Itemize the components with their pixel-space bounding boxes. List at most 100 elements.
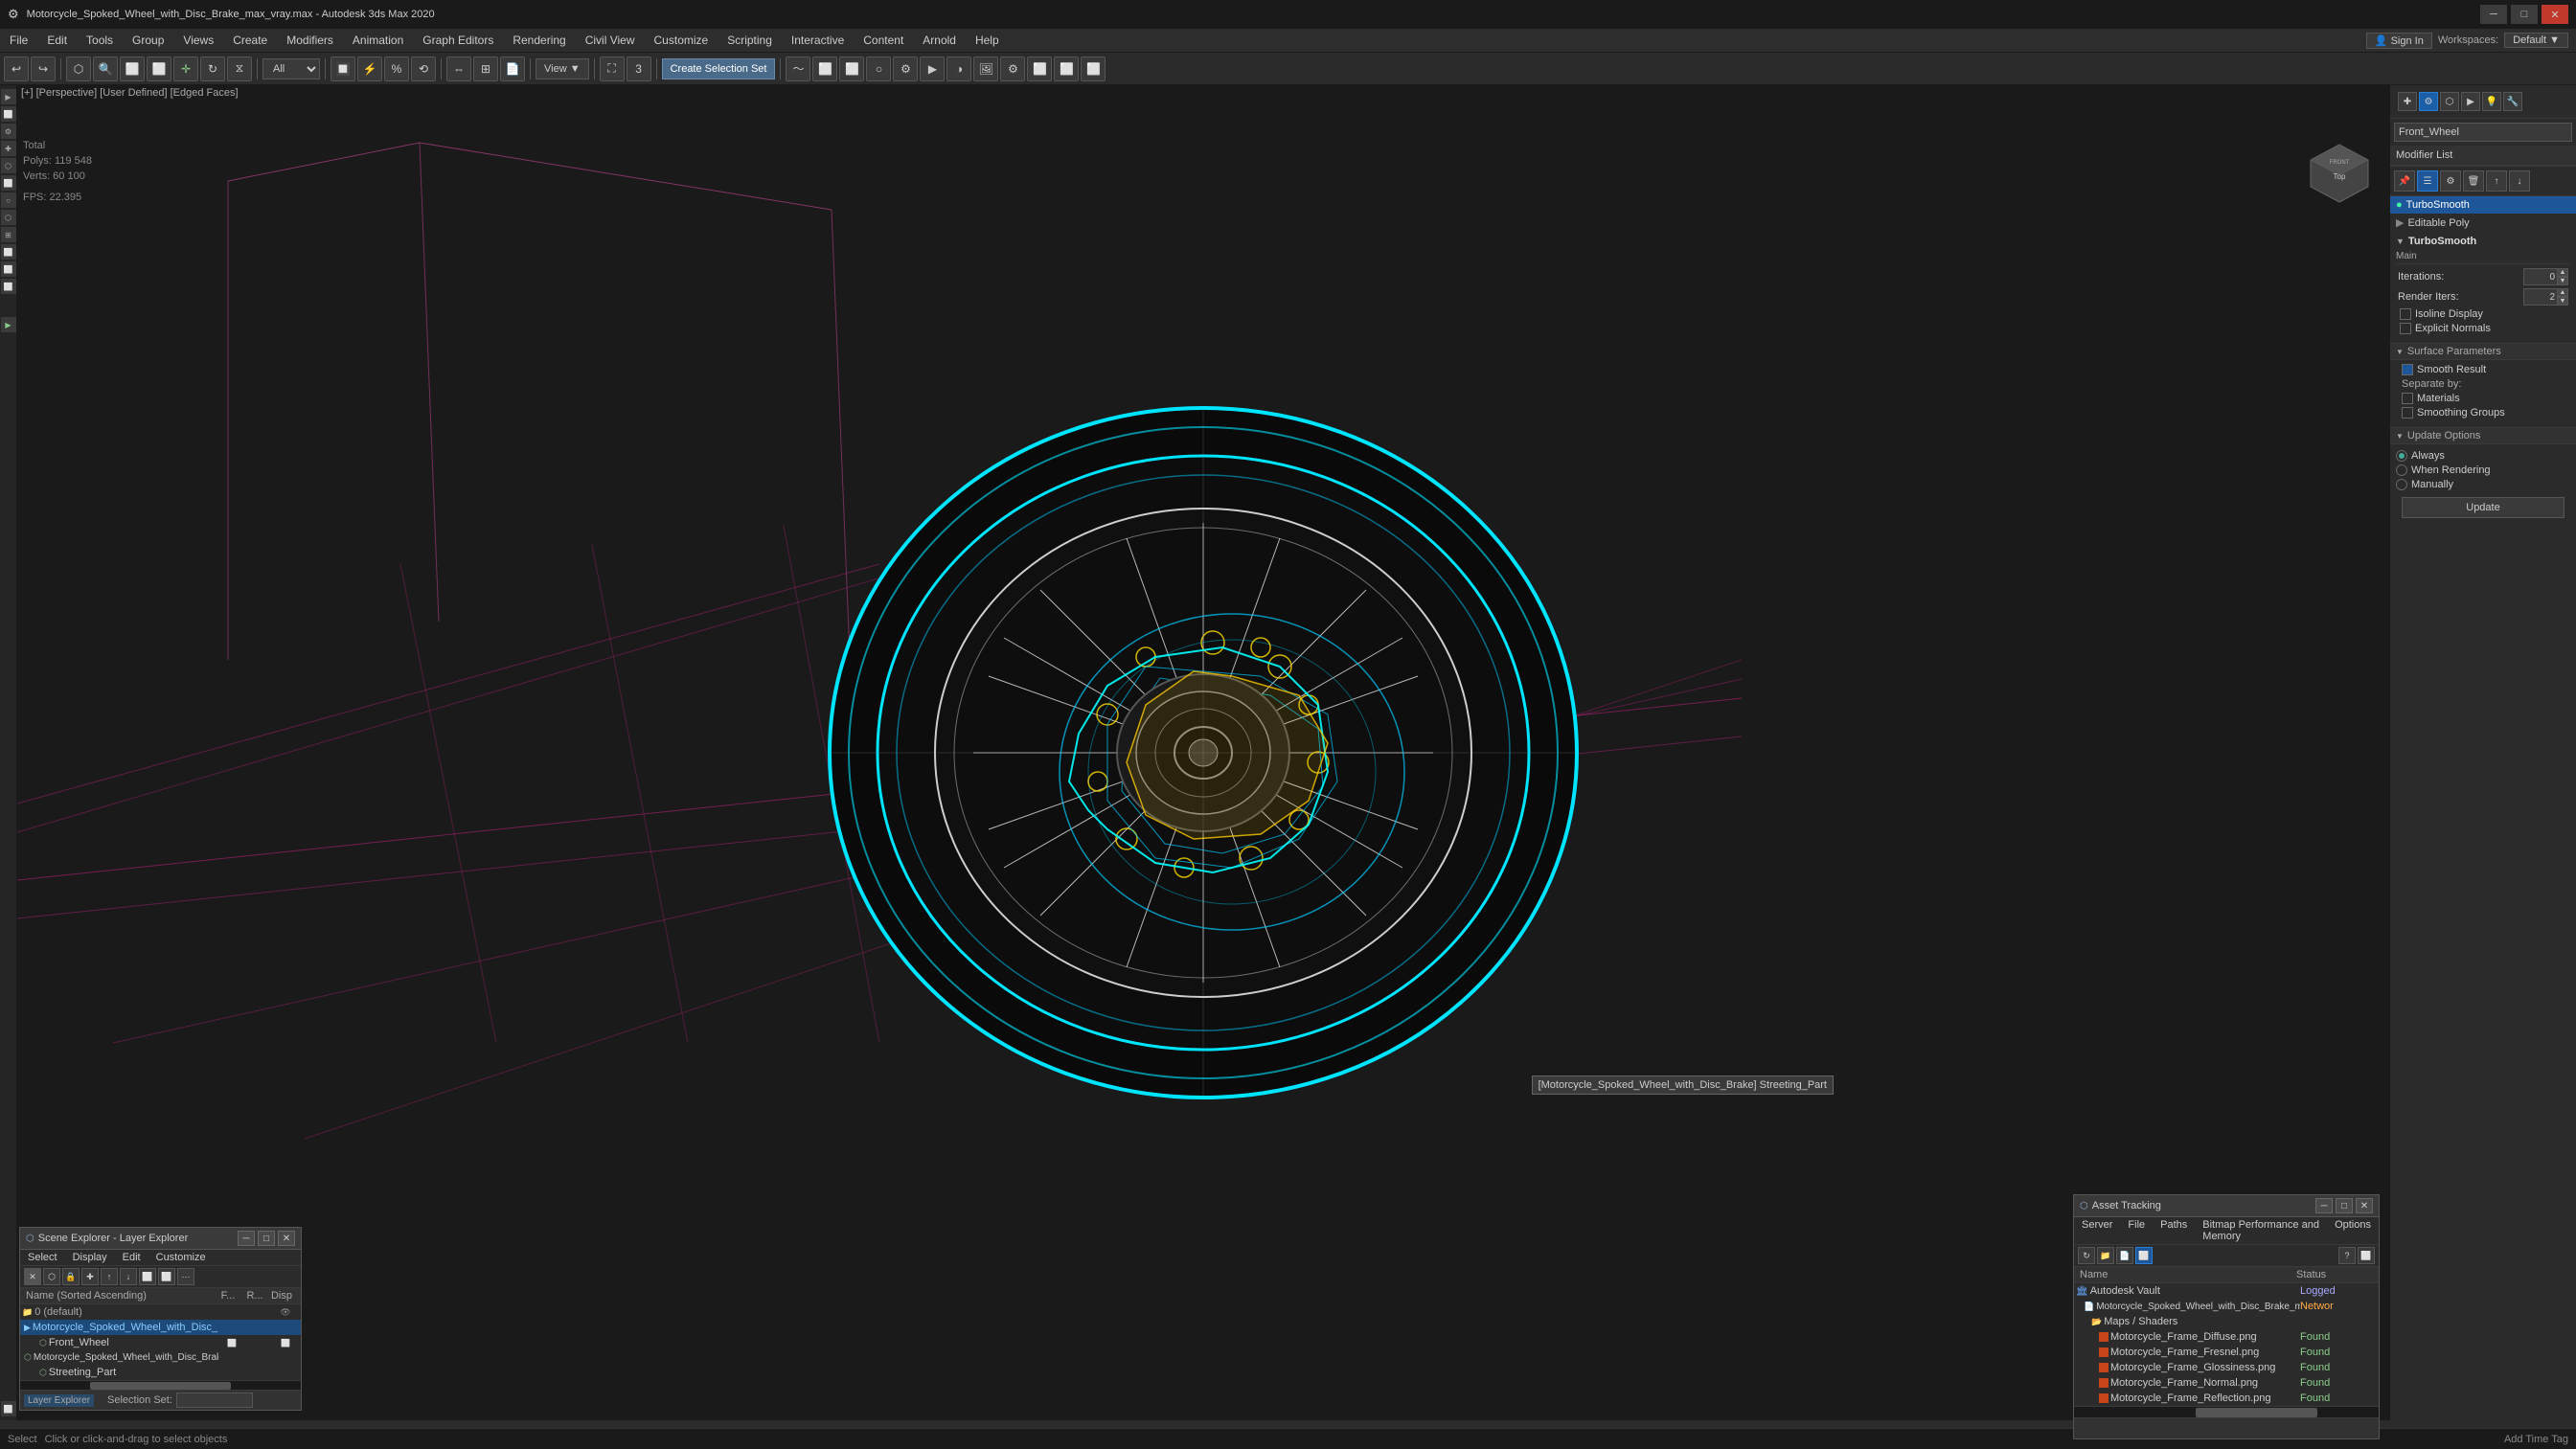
se-row-motorcycle-obj[interactable]: ⬡ Motorcycle_Spoked_Wheel_with_Disc_Brak… [20, 1350, 301, 1365]
update-options-header[interactable]: Update Options [2390, 427, 2576, 444]
left-icon-7[interactable]: ○ [1, 192, 16, 208]
at-row-fresnel[interactable]: Motorcycle_Frame_Fresnel.png Found [2074, 1345, 2379, 1360]
mod-pin-btn[interactable]: 📌 [2394, 170, 2415, 192]
at-tb-refresh[interactable]: ↻ [2078, 1247, 2095, 1264]
menu-views[interactable]: Views [173, 31, 223, 50]
se-menu-display[interactable]: Display [65, 1250, 115, 1265]
menu-scripting[interactable]: Scripting [718, 31, 782, 50]
viewport[interactable]: [+] [Perspective] [User Defined] [Edged … [17, 85, 2389, 1420]
rp-utility-icon[interactable]: 🔧 [2503, 92, 2522, 111]
select-by-name-button[interactable]: 🔍 [93, 57, 118, 81]
extra-btn3[interactable]: ⬜ [1081, 57, 1106, 81]
materials-checkbox[interactable] [2402, 393, 2413, 404]
menu-animation[interactable]: Animation [343, 31, 413, 50]
se-tb-add[interactable]: ✚ [81, 1268, 99, 1285]
at-maximize-btn[interactable]: □ [2336, 1198, 2353, 1213]
at-title-bar[interactable]: ⬡ Asset Tracking ─ □ ✕ [2074, 1195, 2379, 1217]
left-icon-8[interactable]: ⬡ [1, 210, 16, 225]
mod-down-btn[interactable]: ↓ [2509, 170, 2530, 192]
settings-button[interactable]: ⚙ [1000, 57, 1025, 81]
select-object-button[interactable]: ⬡ [66, 57, 91, 81]
render-setup-button[interactable]: ⚙ [893, 57, 918, 81]
create-selection-set-button[interactable]: Create Selection Set [662, 58, 776, 79]
left-icon-6[interactable]: ⬜ [1, 175, 16, 191]
redo-button[interactable]: ↪ [31, 57, 56, 81]
left-icon-1[interactable]: ▶ [1, 89, 16, 104]
snap-toggle-button[interactable]: 🔲 [331, 57, 355, 81]
at-menu-server[interactable]: Server [2074, 1217, 2120, 1244]
se-tb-sort-desc[interactable]: ↓ [120, 1268, 137, 1285]
view-button[interactable]: View ▼ [536, 58, 589, 79]
left-icon-sel[interactable]: ▶ [1, 317, 16, 332]
modifier-editable-poly[interactable]: ▶ Editable Poly [2390, 214, 2576, 232]
select-move-button[interactable]: ✛ [173, 57, 198, 81]
undo-button[interactable]: ↩ [4, 57, 29, 81]
rotate-button[interactable]: ↻ [200, 57, 225, 81]
se-row-0-default[interactable]: 📁 0 (default) 👁 [20, 1304, 301, 1320]
window-crossing-button[interactable]: ⬜ [147, 57, 171, 81]
extra-btn1[interactable]: ⬜ [1027, 57, 1052, 81]
at-minimize-btn[interactable]: ─ [2315, 1198, 2333, 1213]
at-close-btn[interactable]: ✕ [2356, 1198, 2373, 1213]
rp-create-icon[interactable]: ✚ [2398, 92, 2417, 111]
se-row-streeting[interactable]: ⬡ Streeting_Part [20, 1365, 301, 1380]
at-scroll-thumb[interactable] [2196, 1408, 2317, 1417]
se-menu-edit[interactable]: Edit [115, 1250, 148, 1265]
rp-hierarchy-icon[interactable]: ⬡ [2440, 92, 2459, 111]
menu-file[interactable]: File [0, 31, 37, 50]
se-sel-set-input[interactable] [176, 1392, 253, 1408]
se-row-front-wheel[interactable]: ⬡ Front_Wheel ⬜ ⬜ [20, 1335, 301, 1350]
at-row-vault[interactable]: 🏛 Autodesk Vault Logged [2074, 1283, 2379, 1299]
extra-btn2[interactable]: ⬜ [1054, 57, 1079, 81]
smooth-result-checkbox[interactable] [2402, 364, 2413, 375]
rp-motion-icon[interactable]: ▶ [2461, 92, 2480, 111]
menu-interactive[interactable]: Interactive [782, 31, 854, 50]
se-tb-1[interactable]: ⬡ [43, 1268, 60, 1285]
surface-params-header[interactable]: Surface Parameters [2390, 343, 2576, 360]
se-minimize-btn[interactable]: ─ [238, 1231, 255, 1246]
axis-constraint-button[interactable]: 3 [627, 57, 651, 81]
schematic-view-button[interactable]: ⬜ [839, 57, 864, 81]
at-row-maxfile[interactable]: 📄 Motorcycle_Spoked_Wheel_with_Disc_Brak… [2074, 1299, 2379, 1314]
left-icon-9[interactable]: ⊞ [1, 227, 16, 242]
sign-in-button[interactable]: 👤 Sign In [2366, 33, 2432, 49]
menu-arnold[interactable]: Arnold [913, 31, 966, 50]
smoothing-groups-checkbox[interactable] [2402, 407, 2413, 419]
iterations-up[interactable]: ▲ [2557, 268, 2568, 277]
left-icon-5[interactable]: ⬡ [1, 158, 16, 173]
menu-edit[interactable]: Edit [37, 31, 77, 50]
all-dropdown[interactable]: All [262, 58, 320, 79]
mirror-button[interactable]: ⇔ [446, 57, 471, 81]
left-icon-3[interactable]: ⚙ [1, 124, 16, 139]
mod-up-btn[interactable]: ↑ [2486, 170, 2507, 192]
manually-radio[interactable] [2396, 479, 2407, 490]
at-menu-options[interactable]: Options [2327, 1217, 2379, 1244]
mod-configure-btn[interactable]: ⚙ [2440, 170, 2461, 192]
se-tb-lock[interactable]: 🔒 [62, 1268, 80, 1285]
activeShade-button[interactable]: ◑ [946, 57, 971, 81]
explicit-normals-checkbox[interactable] [2400, 323, 2411, 334]
when-rendering-radio[interactable] [2396, 464, 2407, 476]
left-icon-10[interactable]: ⬜ [1, 244, 16, 260]
menu-tools[interactable]: Tools [77, 31, 123, 50]
angle-snap-button[interactable]: ⚡ [357, 57, 382, 81]
modifier-turbosm[interactable]: ● TurboSmooth [2390, 196, 2576, 214]
se-tb-x[interactable]: ✕ [24, 1268, 41, 1285]
material-editor-button[interactable]: ○ [866, 57, 891, 81]
menu-rendering[interactable]: Rendering [503, 31, 575, 50]
percent-snap-button[interactable]: % [384, 57, 409, 81]
layer-button[interactable]: 📄 [500, 57, 525, 81]
align-button[interactable]: ⊞ [473, 57, 498, 81]
spinner-snap-button[interactable]: ⟲ [411, 57, 436, 81]
at-menu-file[interactable]: File [2120, 1217, 2153, 1244]
at-row-diffuse[interactable]: Motorcycle_Frame_Diffuse.png Found [2074, 1329, 2379, 1345]
at-menu-paths[interactable]: Paths [2153, 1217, 2195, 1244]
isoline-checkbox[interactable] [2400, 308, 2411, 320]
object-name-input[interactable] [2394, 123, 2572, 142]
left-icon-bottom[interactable]: ⬜ [1, 1401, 16, 1416]
select-region-button[interactable]: ⬜ [120, 57, 145, 81]
se-row-motorcycle-group[interactable]: ▶ Motorcycle_Spoked_Wheel_with_Disc_Brak… [20, 1320, 301, 1335]
at-tb-expand[interactable]: ⬜ [2358, 1247, 2375, 1264]
se-close-btn[interactable]: ✕ [278, 1231, 295, 1246]
at-row-glossiness[interactable]: Motorcycle_Frame_Glossiness.png Found [2074, 1360, 2379, 1375]
